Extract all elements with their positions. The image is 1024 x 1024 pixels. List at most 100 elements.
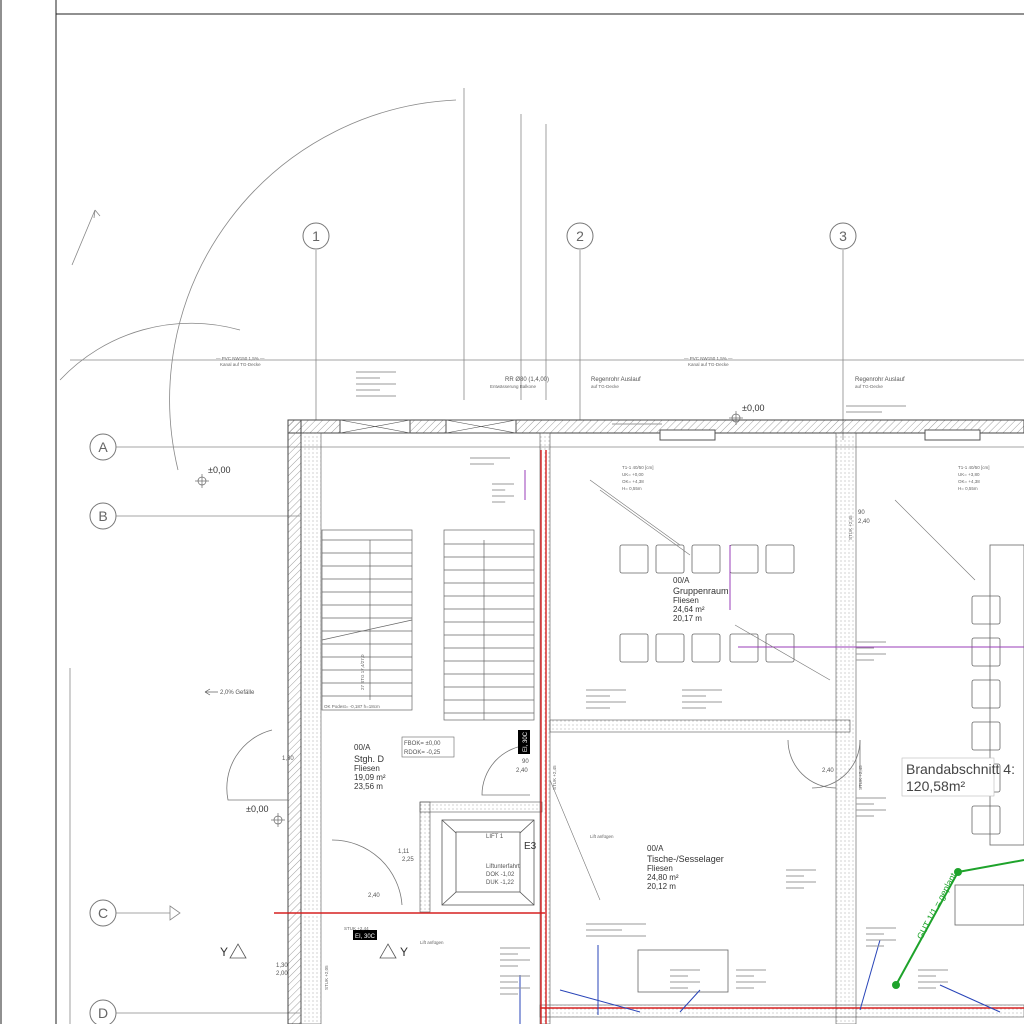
top-note-rain1-sub: auf TG-Decke [591,384,619,389]
svg-text:2: 2 [576,228,584,244]
window-tag-2-h: H= 0,55m [958,486,978,491]
svg-text:D: D [98,1005,108,1021]
chair [729,544,759,574]
room-stair-code: 00/A [354,743,371,752]
lift-label: LIFT 1 [486,834,504,840]
stacked-table [971,595,1001,625]
room-storage-perimeter: 20,12 m [647,882,676,891]
window-tag-1-h: H= 0,55m [622,486,642,491]
grid-bubble-1: 1 [302,222,330,250]
window-tag-2-uk: UK= +3,80 [958,472,980,477]
room-group: 00/A Gruppenraum Fliesen 24,64 m² 20,17 … [673,576,729,623]
lift-e3: E3 [524,841,537,852]
chair [765,544,795,574]
window-tag-2-ok: OK= +4,38 [958,479,980,484]
top-note-rr: RR Ø80 (1,4,00) [505,377,549,383]
window-tag-1-uk: UK= +0,00 [622,472,644,477]
slope-label: 2,0% Gefälle [220,690,255,696]
dim-1: 90 [858,510,865,516]
room-stair-floor: Fliesen [354,764,380,773]
room-storage-floor: Fliesen [647,864,673,873]
section-mark-y-right: Y [400,945,408,959]
stuk-c: STUK +2,44 [344,926,369,931]
room-group-perimeter: 20,17 m [673,614,702,623]
top-note-pvc2: — PVC NW150 1,5% — [684,356,733,361]
dim-6: 2,40 [516,768,528,774]
svg-text:B: B [98,508,107,524]
stuk-e: STUK +2,05 [324,965,329,990]
fire-tag-1: EI, 30C [523,731,529,752]
stacked-table [971,679,1001,709]
dim-11: 2,40 [368,893,380,899]
room-storage-code: 00/A [647,844,664,853]
section-mark-y-left: Y [220,945,228,959]
lift-saw-2: Lift anfügen [420,940,444,945]
window-tag-2: T1-1 40/50 [cm] [958,465,990,470]
lift-note-2: DOK -1,02 [486,872,515,878]
stacked-table [971,637,1001,667]
stuk-d: STUK +2,45 [552,765,557,790]
svg-text:1: 1 [312,228,320,244]
dim-10: 2,40 [822,768,834,774]
stair-rdok: RDOK= -0,25 [404,750,441,756]
level-markers [195,411,743,827]
counter [637,949,729,993]
fire-section-area: 120,58m² [906,778,965,794]
slope-arrow [204,688,218,696]
walls [287,419,1024,1024]
chair [619,544,649,574]
stair-fbok: FBOK= ±0,00 [404,741,441,747]
top-note-rr-sub: Entwässerung Balkone [490,384,537,389]
stuk-b: STUK +2,45 [858,765,863,790]
top-note-pvc1: — PVC NW150 1,5% — [216,356,265,361]
chair [655,633,685,663]
chair [765,633,795,663]
lift-shaft [441,819,535,906]
room-stair: 00/A Stgh. D Fliesen 19,09 m² 23,56 m [354,743,386,791]
window-tag-1: T1-1 40/50 [cm] [622,465,654,470]
dim-9: 1,30 [282,756,294,762]
room-storage-area: 24,80 m² [647,873,679,882]
top-note-rain2: Regenrohr Auslauf [855,377,905,383]
dim-7: 1,30 [276,963,288,969]
dim-4: 2,25 [402,857,414,863]
red-service-lines [274,450,1024,1024]
dim-5: 90 [522,759,529,765]
room-group-area: 24,64 m² [673,605,705,614]
svg-text:3: 3 [839,228,847,244]
dim-3: 1,11 [398,849,410,855]
room-group-floor: Fliesen [673,596,699,605]
svg-text:C: C [98,905,108,921]
room-stair-area: 19,09 m² [354,773,386,782]
top-note-pvc2-sub: Kanal auf TG-Decke [688,362,729,367]
level-b: ±0,00 [742,403,764,413]
chair [729,633,759,663]
top-note-rain2-sub: auf TG-Decke [855,384,883,389]
room-storage: 00/A Tische-/Sesselager Fliesen 24,80 m²… [647,844,724,891]
grid-bubble-A: A [89,433,117,461]
floor-plan-drawing: 1 2 3 A B C D GUT 1/1 = geplant Y Y EI, … [0,0,1024,1024]
room-stair-perimeter: 23,56 m [354,782,383,791]
stuk-a: STUK +2,45 [848,515,853,540]
window-tag-1-ok: OK= +4,38 [622,479,644,484]
chair [691,544,721,574]
svg-text:A: A [98,439,108,455]
grid-bubble-C: C [89,899,117,927]
lift-saw-1: Lift anfügen [590,834,614,839]
stair-count-note: 27 STG 17,4/27,0 [360,654,365,690]
room-group-name: Gruppenraum [673,586,729,596]
stacked-table [971,721,1001,751]
stair-step-note: OK Podest= -0,187 h=18cm [324,704,380,709]
fire-tag-2: EI, 30C [355,934,376,940]
grid-bubble-3: 3 [829,222,857,250]
dim-2: 2,40 [858,519,870,525]
dim-8: 2,00 [276,971,288,977]
grid-bubble-B: B [89,502,117,530]
room-stair-name: Stgh. D [354,754,385,764]
grid-bubble-D: D [89,999,117,1024]
lift-note-1: Liftunterfahrt [486,864,520,870]
grid-bubble-2: 2 [566,222,594,250]
fire-section-title: Brandabschnitt 4: [906,761,1015,777]
level-c: ±0,00 [246,804,268,814]
room-storage-name: Tische-/Sesselager [647,854,724,864]
